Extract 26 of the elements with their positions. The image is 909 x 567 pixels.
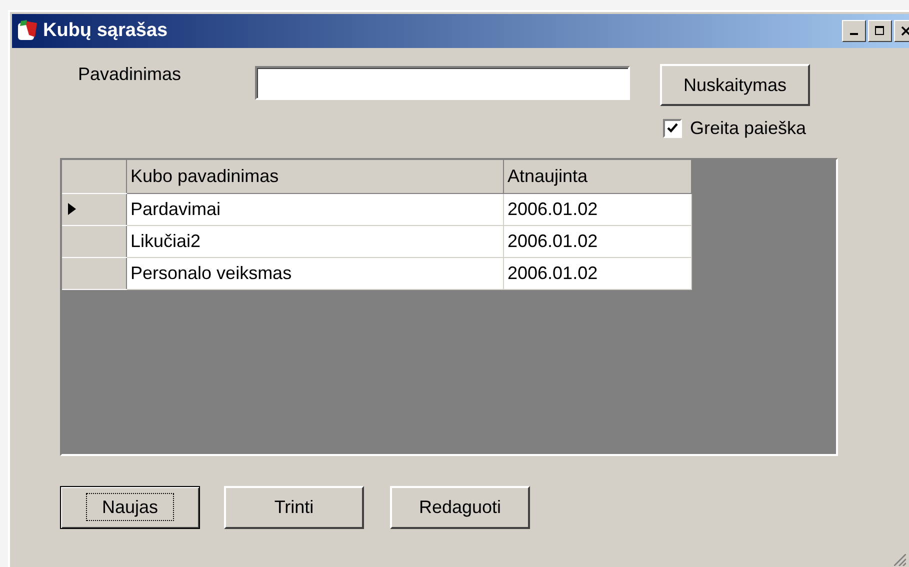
name-label: Pavadinimas [78,64,182,85]
action-button[interactable]: Trinti [224,486,364,529]
table-cell: 2006.01.02 [503,225,691,257]
minimize-icon [850,33,858,35]
table-cell: Personalo veiksmas [126,257,503,289]
check-icon [667,123,678,134]
window-title: Kubų sąrašas [43,20,169,42]
table-cell: 2006.01.02 [503,257,691,289]
name-field[interactable] [255,66,630,100]
action-button[interactable]: Naujas [60,486,200,529]
action-button[interactable]: Redaguoti [390,486,530,529]
table-cell: Pardavimai [126,193,503,225]
maximize-icon [875,26,885,36]
column-header[interactable]: Atnaujinta [503,160,691,193]
close-icon [901,26,909,36]
current-row-icon [68,202,76,214]
row-indicator[interactable] [62,193,126,225]
quick-search-label: Greita paieška [690,118,806,139]
quick-search-checkbox[interactable] [663,119,682,138]
minimize-button[interactable] [842,20,866,42]
resize-grip-icon [894,554,906,566]
column-header[interactable]: Kubo pavadinimas [126,160,503,193]
table-cell: Likučiai2 [126,225,503,257]
table-cell: 2006.01.02 [503,193,691,225]
maximize-button[interactable] [868,20,892,42]
read-button[interactable]: Nuskaitymas [660,64,810,106]
